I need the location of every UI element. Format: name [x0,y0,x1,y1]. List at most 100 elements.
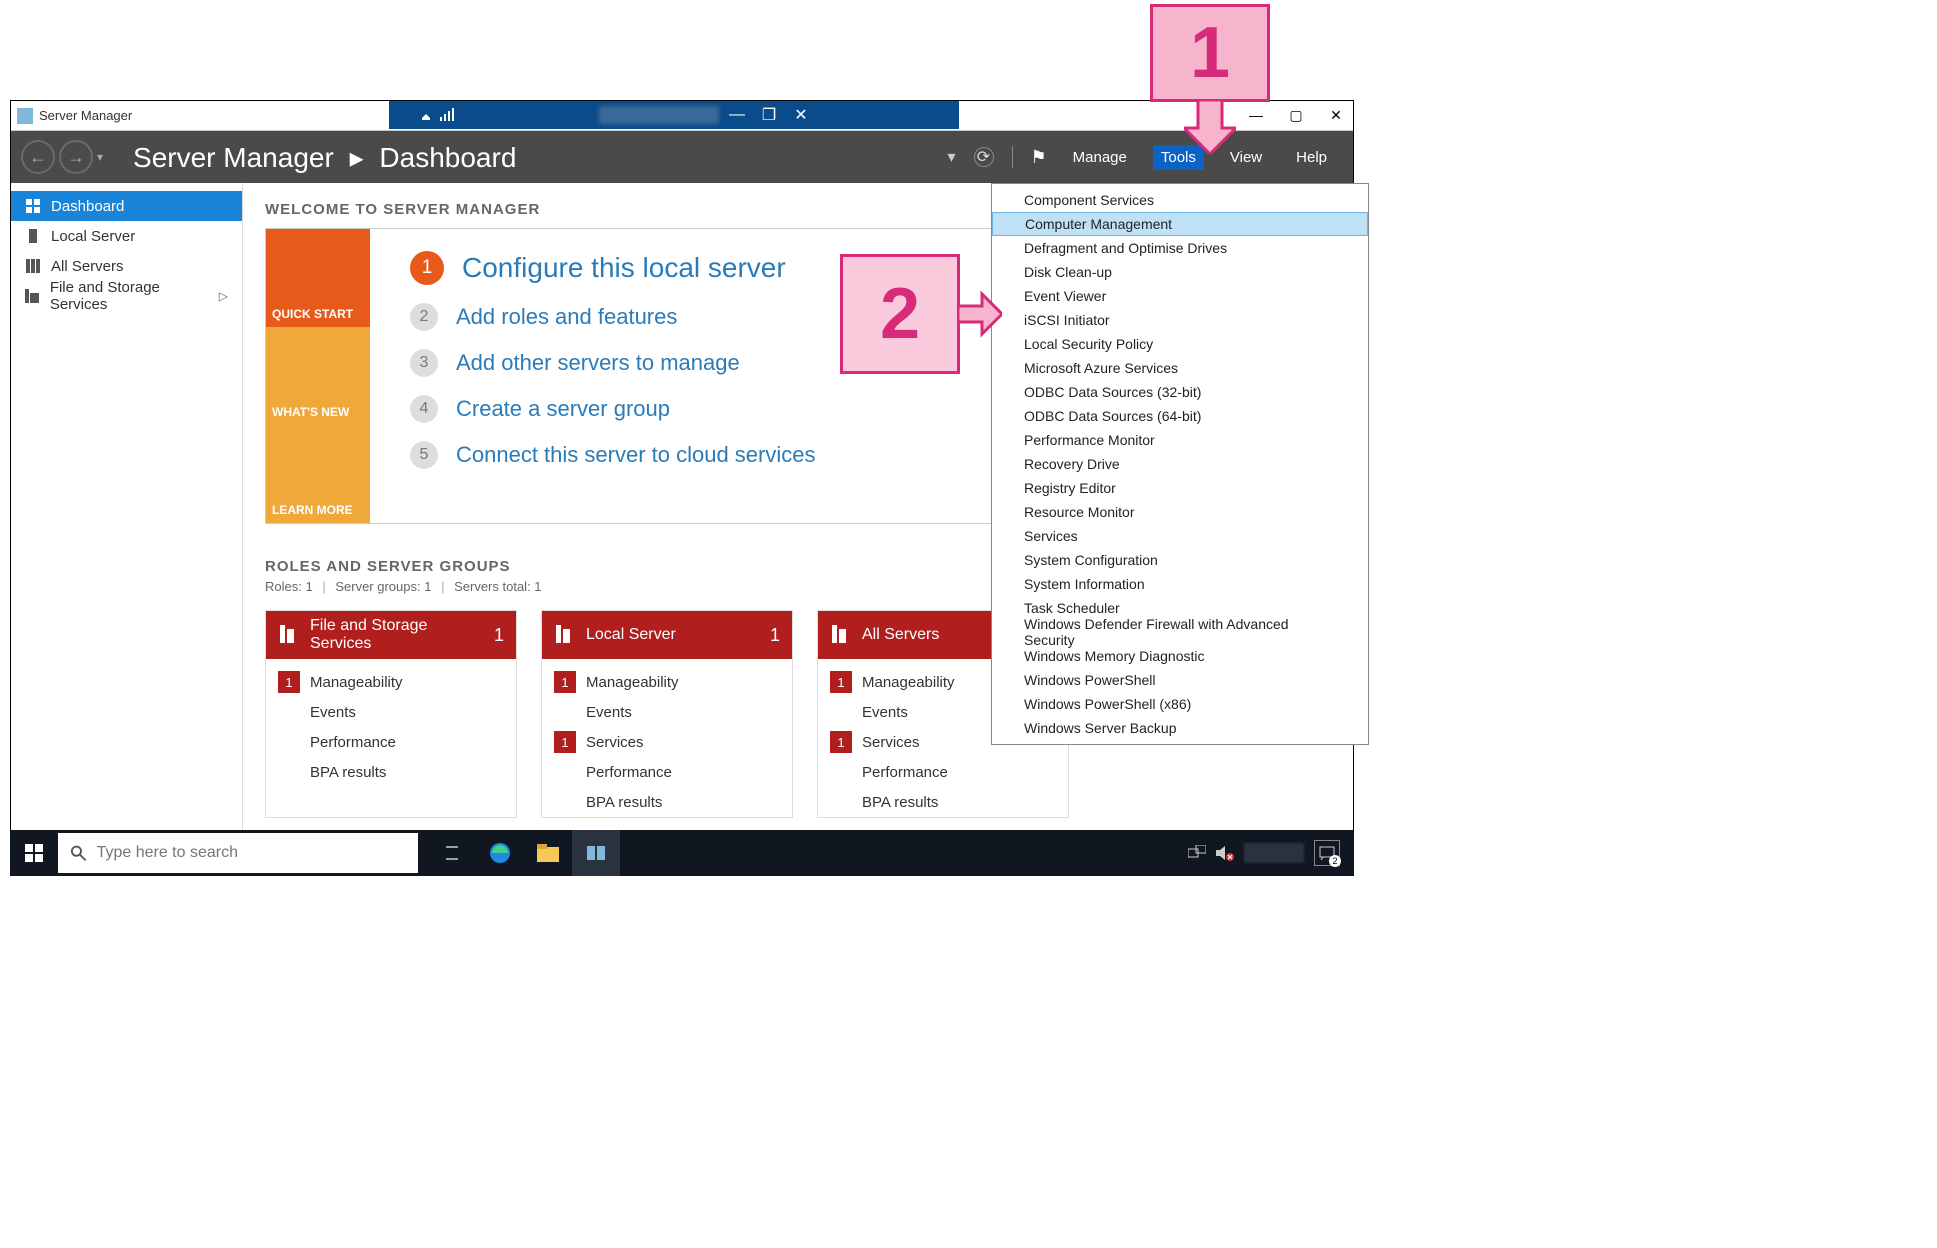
network-icon[interactable] [1188,845,1206,861]
app-window: Server Manager — ❐ ✕ — ▢ ✕ ← → ▾ Server … [10,100,1354,876]
system-tray: 2 [1188,840,1354,866]
tools-menu-item[interactable]: Event Viewer [992,284,1368,308]
tile-row[interactable]: BPA results [278,757,504,787]
taskbar-search-input[interactable] [97,844,406,862]
app-icon [17,108,33,124]
tools-menu-item[interactable]: Resource Monitor [992,500,1368,524]
tile-row[interactable]: Performance [830,757,1056,787]
sidebar-item-file-storage[interactable]: File and Storage Services ▷ [11,281,242,311]
status-badge [278,761,300,783]
role-tile: Local Server 1 1 Manageability Events 1 … [541,610,793,818]
tools-menu-item[interactable]: Disk Clean-up [992,260,1368,284]
tools-menu-item[interactable]: Defragment and Optimise Drives [992,236,1368,260]
titlebar: Server Manager — ❐ ✕ — ▢ ✕ [11,101,1353,131]
close-button[interactable]: ✕ [1325,107,1347,124]
status-badge: 1 [830,731,852,753]
status-badge [830,791,852,813]
edge-icon[interactable] [476,830,524,876]
tile-learn-more[interactable]: LEARN MORE [266,425,370,523]
file-explorer-icon[interactable] [524,830,572,876]
tray-obscured-text [1244,843,1304,863]
minimize-button[interactable]: — [1245,107,1267,123]
breadcrumb-page: Dashboard [379,142,516,173]
status-badge [830,701,852,723]
tile-whats-new[interactable]: WHAT'S NEW [266,327,370,425]
status-badge [554,761,576,783]
inner-minimize-button[interactable]: — [723,101,751,129]
tools-menu-item[interactable]: Performance Monitor [992,428,1368,452]
nav-dropdown-icon[interactable]: ▾ [97,150,103,164]
step-text: Add other servers to manage [456,350,740,376]
tile-row[interactable]: Performance [278,727,504,757]
dashboard-icon [25,198,41,214]
tools-menu-item[interactable]: System Information [992,572,1368,596]
tools-menu-item[interactable]: Registry Editor [992,476,1368,500]
menu-help[interactable]: Help [1288,145,1335,170]
window-controls: — ▢ ✕ [1245,101,1347,129]
tools-menu-item[interactable]: Windows PowerShell (x86) [992,692,1368,716]
maximize-button[interactable]: ▢ [1285,107,1307,124]
breadcrumb-sep-icon: ▸ [350,142,364,173]
tools-menu-item[interactable]: Windows PowerShell [992,668,1368,692]
role-tile: File and Storage Services 1 1 Manageabil… [265,610,517,818]
roles-count: Roles: 1 [265,579,313,594]
tools-menu-item[interactable]: Local Security Policy [992,332,1368,356]
flag-icon[interactable]: ⚑ [1031,147,1047,168]
tile-row-label: Manageability [862,674,955,691]
tile-header[interactable]: File and Storage Services 1 [266,611,516,659]
tile-name: Local Server [586,626,758,644]
volume-muted-icon[interactable] [1216,845,1234,861]
breadcrumb-bar: ← → ▾ Server Manager ▸ Dashboard ▾ ⟳ ⚑ M… [11,131,1353,183]
sidebar-item-local-server[interactable]: Local Server [11,221,242,251]
menu-manage[interactable]: Manage [1065,145,1135,170]
tile-row[interactable]: Performance [554,757,780,787]
tile-row[interactable]: BPA results [554,787,780,817]
tile-row-label: Performance [586,764,672,781]
callout-1-arrow-icon [1184,100,1236,154]
header-right-tools: ▾ ⟳ ⚑ Manage Tools View Help [947,145,1353,170]
notifications-button[interactable]: 2 [1314,840,1340,866]
tile-header[interactable]: Local Server 1 [542,611,792,659]
tile-row[interactable]: 1 Services [554,727,780,757]
tile-row[interactable]: Events [554,697,780,727]
nav-forward-button[interactable]: → [59,140,93,174]
status-badge: 1 [554,671,576,693]
tile-row[interactable]: 1 Manageability [278,667,504,697]
start-button[interactable] [10,830,58,876]
status-badge [278,701,300,723]
tile-row-label: Events [310,704,356,721]
tile-row-label: Manageability [586,674,679,691]
callout-1: 1 [1150,4,1270,102]
tile-quick-start[interactable]: QUICK START [266,229,370,327]
refresh-icon[interactable]: ⟳ [974,147,994,167]
tools-menu-item[interactable]: System Configuration [992,548,1368,572]
tools-menu-item[interactable]: ODBC Data Sources (32-bit) [992,380,1368,404]
inner-close-button[interactable]: ✕ [787,101,815,129]
task-view-button[interactable] [428,830,476,876]
server-manager-taskbar-icon[interactable] [572,830,620,876]
nav-back-button[interactable]: ← [21,140,55,174]
tools-menu-item[interactable]: Recovery Drive [992,452,1368,476]
tile-row[interactable]: BPA results [830,787,1056,817]
inner-maximize-button[interactable]: ❐ [755,101,783,129]
pin-icon [419,107,435,123]
status-badge: 1 [278,671,300,693]
tools-menu-item[interactable]: ODBC Data Sources (64-bit) [992,404,1368,428]
tile-row-label: Events [586,704,632,721]
sidebar-item-all-servers[interactable]: All Servers [11,251,242,281]
tile-row-label: BPA results [862,794,938,811]
tools-menu-item[interactable]: Services [992,524,1368,548]
sidebar-item-dashboard[interactable]: Dashboard [11,191,242,221]
header-dropdown-icon[interactable]: ▾ [947,147,955,167]
tools-menu-item[interactable]: Microsoft Azure Services [992,356,1368,380]
status-badge [554,701,576,723]
tile-row[interactable]: Events [278,697,504,727]
tools-menu-item[interactable]: Component Services [992,188,1368,212]
tools-menu-item[interactable]: iSCSI Initiator [992,308,1368,332]
tile-row[interactable]: 1 Manageability [554,667,780,697]
tile-count: 1 [494,625,504,646]
taskbar-search[interactable] [58,833,418,873]
tools-menu-item[interactable]: Windows Server Backup [992,716,1368,740]
tools-menu-item[interactable]: Computer Management [992,212,1368,236]
tools-menu-item[interactable]: Windows Defender Firewall with Advanced … [992,620,1368,644]
